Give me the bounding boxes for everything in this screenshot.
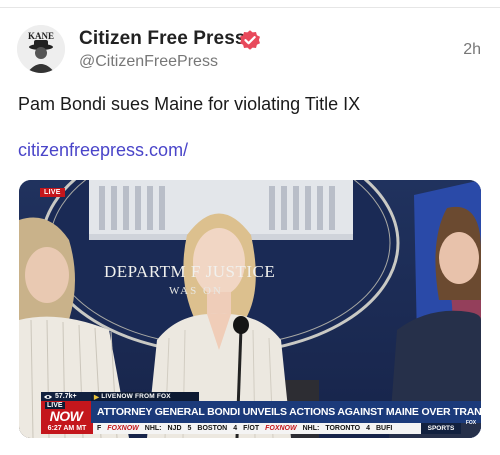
play-arrow-icon: ▶ [94, 393, 100, 401]
seal-subtitle-text: WAS ON [169, 285, 223, 297]
livenow-logo: LIVE NOW [41, 401, 91, 423]
avatar-kane-text: KANE [28, 31, 54, 41]
ticker-item: NHL: [302, 425, 320, 432]
ticker-item: 4 [366, 425, 370, 432]
post-link[interactable]: citizenfreepress.com/ [18, 140, 188, 161]
views-tab: 57.7k+ [41, 392, 91, 401]
post-media-video[interactable]: LIVE DEPARTM F JUSTICE WAS ON 57.7k+ ▶ L… [19, 180, 481, 438]
eye-icon [44, 394, 52, 399]
ticker-item: F [97, 425, 102, 432]
chyron-clock: 6:27 AM MT [41, 423, 93, 434]
ticker-item: F/OT [243, 425, 260, 432]
top-divider [0, 7, 500, 8]
sports-ticker: F FOXNOW NHL: NJD 5 BOSTON 4 F/OT FOXNOW… [93, 423, 421, 434]
ticker-item: TORONTO [325, 425, 361, 432]
ticker-item: BUFI [375, 425, 393, 432]
livenow-from-label: ▶ LIVENOW FROM FOX [91, 392, 199, 401]
post-timestamp[interactable]: 2h [463, 41, 481, 59]
chyron-headline: ATTORNEY GENERAL BONDI UNVEILS ACTIONS A… [91, 401, 481, 423]
livenow-from-text: LIVENOW FROM FOX [101, 393, 171, 400]
views-count: 57.7k+ [55, 393, 77, 400]
ticker-item: 4 [233, 425, 238, 432]
author-name[interactable]: Citizen Free Press [79, 28, 246, 50]
author-avatar[interactable]: KANE [17, 25, 65, 73]
fox-network-bug: FOX [465, 420, 477, 426]
post-text: Pam Bondi sues Maine for violating Title… [18, 94, 361, 114]
sports-tag: SPORTS [421, 423, 461, 434]
news-chyron: 57.7k+ ▶ LIVENOW FROM FOX LIVE NOW ATTOR… [19, 392, 481, 438]
ticker-item: FOXNOW [107, 425, 139, 432]
verified-badge-icon [240, 30, 260, 50]
avatar-image: KANE [17, 25, 65, 73]
ticker-item: BOSTON [197, 425, 228, 432]
ticker-item: NHL: [144, 425, 162, 432]
ticker-item: 5 [187, 425, 192, 432]
seal-title-text: DEPARTM F JUSTICE [104, 262, 276, 281]
live-corner-badge: LIVE [40, 188, 65, 197]
ticker-item: NJD [167, 425, 182, 432]
author-handle[interactable]: @CitizenFreePress [79, 53, 218, 71]
ticker-item: FOXNOW [265, 425, 297, 432]
logo-now-text: NOW [49, 407, 83, 424]
